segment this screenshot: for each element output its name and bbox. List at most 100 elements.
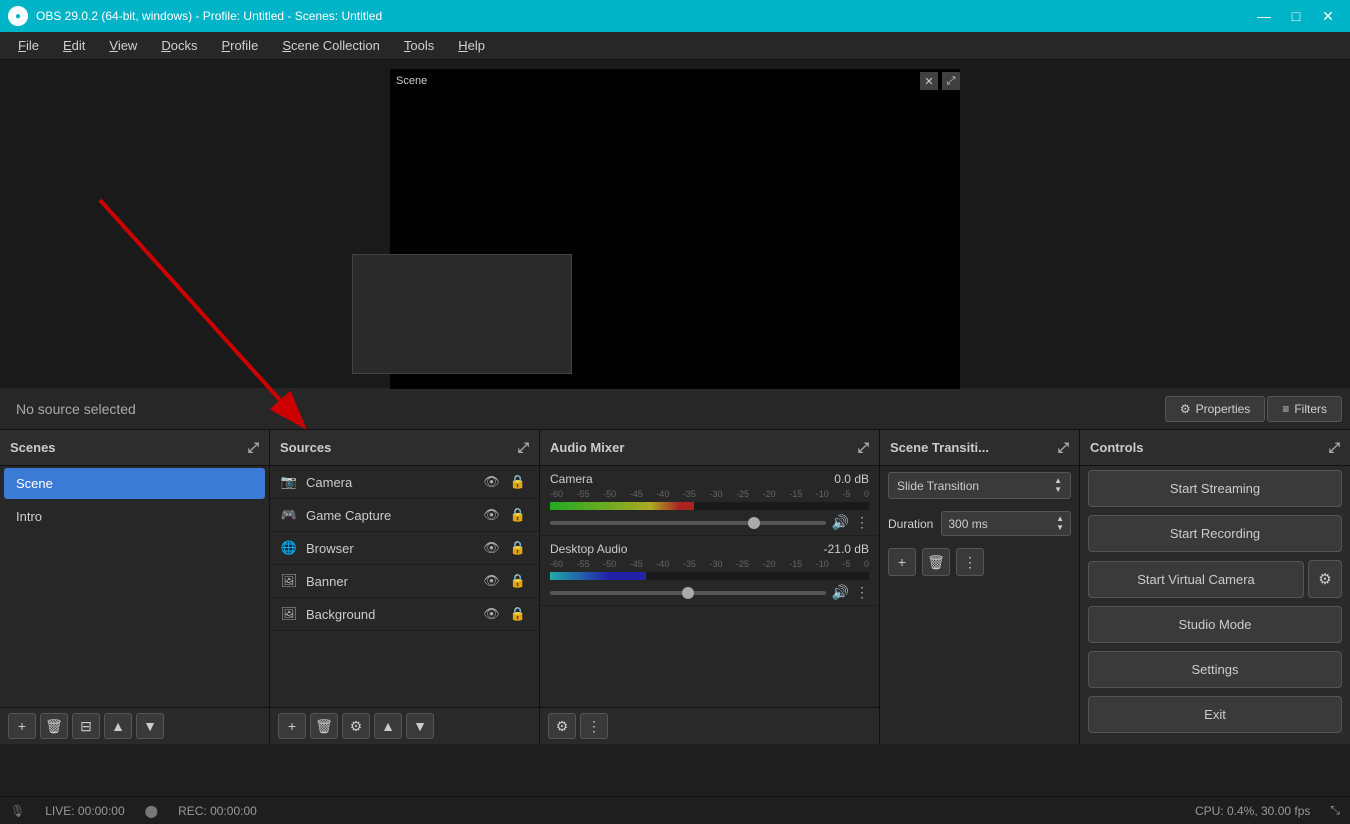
source-item-background[interactable]: 🖼 Background 👁 🔒 [270,598,539,631]
sources-up-button[interactable]: ▲ [374,713,402,739]
preview-close-button[interactable]: ✕ [920,72,938,90]
controls-maximize-icon[interactable]: ⤢ [1329,439,1340,456]
scenes-remove-button[interactable]: 🗑 [40,713,68,739]
properties-button[interactable]: Properties [1165,396,1265,422]
camera-audio-controls: 🔊 ⋮ [550,514,869,531]
minimize-button[interactable]: — [1250,6,1278,26]
audio-channel-camera: Camera 0.0 dB -60-55-50-45-40-35-30-25-2… [540,466,879,536]
background-lock-button[interactable]: 🔒 [507,605,529,623]
rec-status: REC: 00:00:00 [178,804,257,818]
camera-meter-labels: -60-55-50-45-40-35-30-25-20-15-10-50 [550,489,869,499]
sources-maximize-icon[interactable]: ⤢ [518,439,529,456]
camera-lock-button[interactable]: 🔒 [507,473,529,491]
sources-settings-button[interactable]: ⚙ [342,713,370,739]
camera-visibility-button[interactable]: 👁 [480,473,503,491]
titlebar-left: ● OBS 29.0.2 (64-bit, windows) - Profile… [8,6,382,26]
transition-actions: + 🗑 ⋮ [888,548,1071,576]
audio-channel-desktop: Desktop Audio -21.0 dB -60-55-50-45-40-3… [540,536,879,606]
desktop-volume-slider[interactable] [550,591,826,595]
desktop-mute-button[interactable]: 🔊 [832,584,849,601]
camera-more-button[interactable]: ⋮ [855,514,869,531]
game-capture-visibility-button[interactable]: 👁 [480,506,503,524]
sources-down-button[interactable]: ▼ [406,713,434,739]
settings-icon: ⚙ [350,718,363,735]
sources-list: 📷 Camera 👁 🔒 🎮 Game Capture 👁 🔒 🌐 Browse… [270,466,539,707]
camera-volume-slider[interactable] [550,521,826,525]
rec-icon: ⬤ [145,804,158,818]
titlebar-controls: — □ ✕ [1250,6,1342,26]
source-item-game-capture[interactable]: 🎮 Game Capture 👁 🔒 [270,499,539,532]
desktop-meter-bg [550,572,869,580]
sources-footer: + 🗑 ⚙ ▲ ▼ [270,707,539,744]
scenes-maximize-icon[interactable]: ⤢ [248,439,259,456]
desktop-more-button[interactable]: ⋮ [855,584,869,601]
camera-mute-button[interactable]: 🔊 [832,514,849,531]
start-recording-button[interactable]: Start Recording [1088,515,1342,552]
transition-spin-icon: ▲ ▼ [1054,477,1062,494]
menu-edit[interactable]: Edit [53,35,95,56]
menu-scene-collection[interactable]: Scene Collection [272,35,390,56]
audio-mixer-panel: Audio Mixer ⤢ Camera 0.0 dB -60-55-50-45… [540,430,880,744]
studio-mode-button[interactable]: Studio Mode [1088,606,1342,643]
transition-more-button[interactable]: ⋮ [956,548,984,576]
camera-meter-bg [550,502,869,510]
camera-meter-bar [550,502,694,510]
background-visibility-button[interactable]: 👁 [480,605,503,623]
background-icon: 🖼 [280,605,298,623]
scene-item-intro[interactable]: Intro [4,501,265,532]
source-item-camera[interactable]: 📷 Camera 👁 🔒 [270,466,539,499]
virtual-camera-row: Start Virtual Camera ⚙ [1088,560,1342,598]
menu-tools[interactable]: Tools [394,35,444,56]
menu-help[interactable]: Help [448,35,495,56]
exit-button[interactable]: Exit [1088,696,1342,733]
preview-area: Scene ✕ ⤢ [0,60,1350,388]
settings-button[interactable]: Settings [1088,651,1342,688]
banner-visibility-button[interactable]: 👁 [480,572,503,590]
start-virtual-camera-button[interactable]: Start Virtual Camera [1088,561,1304,598]
preview-canvas [390,69,960,389]
source-item-browser[interactable]: 🌐 Browser 👁 🔒 [270,532,539,565]
desktop-meter-labels: -60-55-50-45-40-35-30-25-20-15-10-50 [550,559,869,569]
maximize-button[interactable]: □ [1282,6,1310,26]
banner-lock-button[interactable]: 🔒 [507,572,529,590]
sources-remove-button[interactable]: 🗑 [310,713,338,739]
gear-icon: ⚙ [1318,570,1331,588]
sources-add-button[interactable]: + [278,713,306,739]
audio-maximize-icon[interactable]: ⤢ [858,439,869,456]
duration-input[interactable]: 300 ms ▲ ▼ [941,511,1071,536]
filters-button[interactable]: ≡ Filters [1267,396,1342,422]
browser-visibility-button[interactable]: 👁 [480,539,503,557]
menubar: File Edit View Docks Profile Scene Colle… [0,32,1350,60]
source-item-banner[interactable]: 🖼 Banner 👁 🔒 [270,565,539,598]
virtual-camera-settings-button[interactable]: ⚙ [1308,560,1342,598]
titlebar: ● OBS 29.0.2 (64-bit, windows) - Profile… [0,0,1350,32]
transition-maximize-icon[interactable]: ⤢ [1058,439,1069,456]
more-icon: ⋮ [587,718,601,735]
scene-item-scene[interactable]: Scene [4,468,265,499]
transition-remove-button[interactable]: 🗑 [922,548,950,576]
transition-select[interactable]: Slide Transition ▲ ▼ [888,472,1071,499]
up-icon: ▲ [381,718,395,734]
menu-file[interactable]: File [8,35,49,56]
scenes-configure-button[interactable]: ⊟ [72,713,100,739]
scenes-down-button[interactable]: ▼ [136,713,164,739]
start-streaming-button[interactable]: Start Streaming [1088,470,1342,507]
menu-view[interactable]: View [99,35,147,56]
transition-add-button[interactable]: + [888,548,916,576]
preview-search-button[interactable]: ⤢ [942,72,960,90]
scenes-list: Scene Intro [0,466,269,707]
trash-icon: 🗑 [45,718,63,735]
scene-transition-header: Scene Transiti... ⤢ [880,430,1079,466]
menu-profile[interactable]: Profile [211,35,268,56]
audio-gear-button[interactable]: ⚙ [548,713,576,739]
plus-icon: + [288,718,296,734]
up-icon: ▲ [111,718,125,734]
menu-docks[interactable]: Docks [151,35,207,56]
scenes-up-button[interactable]: ▲ [104,713,132,739]
close-button[interactable]: ✕ [1314,6,1342,26]
scenes-add-button[interactable]: + [8,713,36,739]
audio-more-footer-button[interactable]: ⋮ [580,713,608,739]
browser-lock-button[interactable]: 🔒 [507,539,529,557]
resize-handle-icon: ⤡ [1330,803,1340,818]
game-capture-lock-button[interactable]: 🔒 [507,506,529,524]
